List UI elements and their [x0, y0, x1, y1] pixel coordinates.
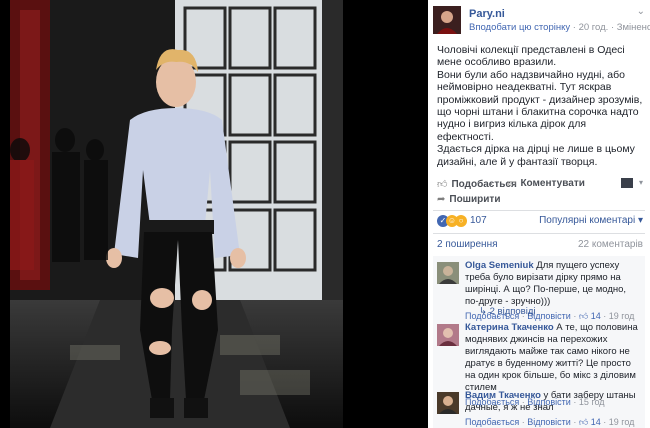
- avatar[interactable]: [437, 392, 459, 414]
- comment-sort-label: Популярні коментарі: [539, 215, 636, 226]
- comment-icon: ▭: [507, 178, 517, 189]
- thumbs-up-icon: 👍︎: [437, 179, 448, 190]
- comment-body: Вадим Ткаченко у бати заберу штаны дачны…: [465, 390, 641, 428]
- comment-meta: Подобається · Відповісти · 👍︎ 14 · 19 го…: [465, 417, 635, 427]
- comment-label: Коментувати: [520, 178, 585, 189]
- view-replies-link[interactable]: ↳ 2 відповіді: [479, 306, 535, 317]
- comment-time[interactable]: 19 год: [609, 417, 635, 427]
- comment-likes[interactable]: 👍︎ 14: [579, 311, 601, 321]
- page-avatar[interactable]: [433, 6, 461, 34]
- post-options-chevron-icon[interactable]: ⌄: [637, 6, 645, 17]
- avatar[interactable]: [437, 324, 459, 346]
- photo-theater-backdrop: [343, 0, 428, 428]
- post-header: Pary.ni Вподобати цю сторінку · 20 год. …: [433, 6, 650, 36]
- share-icon: ➦: [437, 194, 446, 205]
- follow-page-link[interactable]: Вподобати цю сторінку: [469, 22, 570, 33]
- view-replies-label: 2 відповіді: [489, 306, 536, 317]
- avatar-image: [437, 392, 459, 414]
- comments-count[interactable]: 22 коментарів: [578, 239, 643, 250]
- share-label: Поширити: [449, 194, 501, 205]
- post-actions: 👍︎ Подобається ▭ Коментувати ➦ Поширити ▾: [433, 176, 645, 210]
- post-paragraph: Чоловічі колекції представлені в Одесі м…: [437, 44, 625, 69]
- edited-label[interactable]: Змінено: [617, 22, 650, 33]
- reactions-bar: ✓ ☺ ○ 107 Популярні коментарі ▾: [437, 215, 645, 229]
- avatar[interactable]: [437, 262, 459, 284]
- comment-author[interactable]: Olga Semeniuk: [465, 260, 534, 271]
- reaction-as-avatar[interactable]: [621, 178, 633, 188]
- post-stats: 2 поширення 22 коментарів: [437, 239, 645, 253]
- comment-likes[interactable]: 👍︎ 14: [579, 417, 601, 427]
- comment-sort-dropdown[interactable]: Популярні коментарі ▾: [539, 215, 643, 226]
- divider: [433, 210, 645, 211]
- left-backdrop: [0, 0, 10, 428]
- avatar-image: [437, 262, 459, 284]
- page-name-link[interactable]: Pary.ni: [469, 8, 505, 20]
- post-meta: Вподобати цю сторінку · 20 год. · Змінен…: [469, 22, 650, 33]
- comment-like-link[interactable]: Подобається: [465, 417, 519, 427]
- comments-list: Olga Semeniuk Для пущего успеху треба бу…: [433, 256, 645, 428]
- post-time[interactable]: 20 год.: [579, 22, 609, 33]
- shares-count-link[interactable]: 2 поширення: [437, 239, 498, 250]
- chevron-down-icon[interactable]: ▾: [639, 178, 643, 187]
- post-paragraph: Вони були або надзвичайно нудні, або ней…: [437, 68, 643, 143]
- divider: [433, 233, 645, 234]
- post-photo[interactable]: [10, 0, 343, 428]
- comment-author[interactable]: Вадим Ткаченко: [465, 390, 541, 401]
- avatar-image: [437, 324, 459, 346]
- comment-reply-link[interactable]: Відповісти: [527, 417, 571, 427]
- share-button[interactable]: ➦ Поширити: [437, 194, 500, 205]
- like-button[interactable]: 👍︎ Подобається: [437, 178, 517, 190]
- runway-photo-illustration: [10, 0, 343, 428]
- wow-reaction-icon[interactable]: ○: [455, 215, 467, 227]
- post-paragraph: Здається дірка на дірці не лише в цьому …: [437, 143, 635, 168]
- comment-author[interactable]: Катерина Ткаченко: [465, 322, 554, 333]
- page-avatar-image: [433, 6, 461, 34]
- comment-likes-count: 14: [590, 417, 601, 427]
- comment-likes-count: 14: [590, 311, 601, 321]
- reaction-count[interactable]: 107: [470, 215, 487, 226]
- comment-time[interactable]: 19 год: [609, 311, 635, 321]
- post-body: Чоловічі колекції представлені в Одесі м…: [437, 44, 643, 168]
- comment-button[interactable]: ▭ Коментувати: [507, 178, 585, 189]
